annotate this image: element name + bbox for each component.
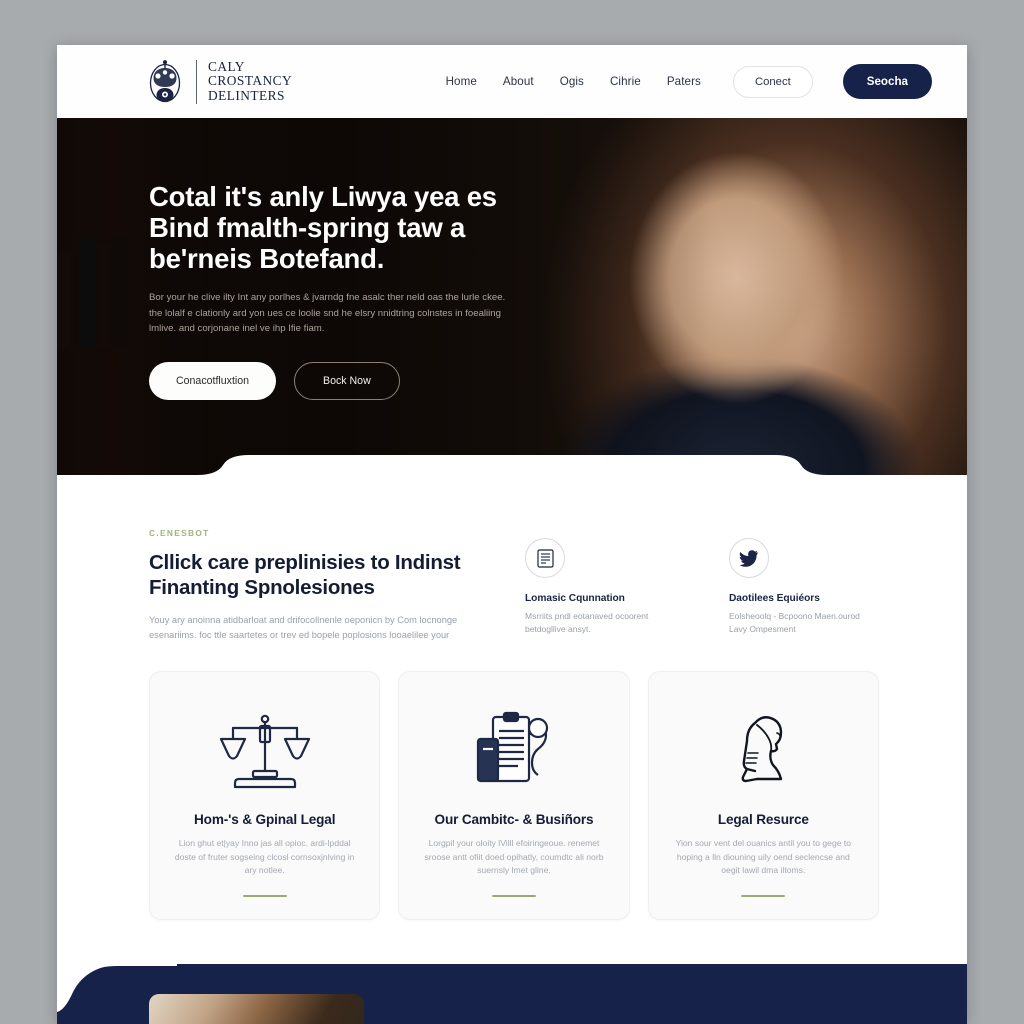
nav-item-home[interactable]: Home	[446, 75, 477, 88]
service-card[interactable]: Hom-'s & Gpinal Legal Lion ghut et|yay I…	[149, 671, 381, 920]
document-icon	[525, 538, 565, 578]
brand-divider	[196, 59, 197, 104]
service-cards: Hom-'s & Gpinal Legal Lion ghut et|yay I…	[57, 643, 967, 920]
service-card-title: Hom-'s & Gpinal Legal	[194, 812, 336, 827]
brand-name: CALY CROSTANCY DELINTERS	[208, 59, 293, 103]
search-cta-button[interactable]: Seocha	[842, 64, 932, 99]
feature-text: Eolsheoolq - Bcpoono Maen.ourod Lavy Omp…	[729, 611, 860, 634]
site-header: CALY CROSTANCY DELINTERS Home About Ogis…	[57, 45, 967, 118]
cta-section: REDANTIOBE MY ORG FIVICE Beak Bruip Stud…	[57, 963, 967, 1024]
hero-book-now-button[interactable]: Bock Now	[294, 361, 400, 400]
feature-title: Daotilees Equiéors	[729, 593, 820, 604]
card-accent-rule	[741, 894, 786, 897]
card-accent-rule	[491, 894, 536, 897]
feature-text: Msrriits pndl eotanaved ocoorent betdogl…	[525, 611, 649, 634]
services-section: C.ENESBOT Cllick care preplinisies to In…	[57, 480, 967, 920]
service-card[interactable]: Legal Resurce Yion sour vent del ouanics…	[647, 671, 879, 920]
brand-logo[interactable]: CALY CROSTANCY DELINTERS	[145, 59, 292, 105]
services-intro: C.ENESBOT Cllick care preplinisies to In…	[57, 528, 967, 643]
feature-title: Lomasic Cqunnation	[525, 593, 625, 604]
services-text-block: C.ENESBOT Cllick care preplinisies to In…	[149, 528, 485, 643]
feature-item-documentation[interactable]: Lomasic Cqunnation Msrriits pndl eotanav…	[525, 538, 675, 643]
nav-item-about[interactable]: About	[503, 75, 534, 88]
brand-line-2: CROSTANCY	[208, 73, 293, 89]
lady-justice-icon	[671, 703, 856, 798]
service-card[interactable]: Our Cambitc- & Busiñors Lorgpil your olo…	[398, 671, 630, 920]
service-card-text: Yion sour vent del ouanics antil you to …	[675, 838, 852, 876]
nav-item-cihrie[interactable]: Cihrie	[610, 75, 641, 88]
service-card-title: Our Cambitc- & Busiñors	[434, 812, 594, 827]
hero-paragraph: Bor your he clive ilty Int any porlhes &…	[149, 292, 506, 334]
scales-of-justice-icon	[172, 703, 357, 798]
brand-line-3: DELINTERS	[208, 87, 285, 103]
hero-content: Cotal it's anly Liwya yea es Bind fmalth…	[57, 118, 527, 400]
hero-section: Cotal it's anly Liwya yea es Bind fmalth…	[57, 118, 967, 480]
clipboard-documents-icon	[421, 703, 606, 798]
consultation-photo	[149, 993, 364, 1024]
feature-item-equitors[interactable]: Daotilees Equiéors Eolsheoolq - Bcpoono …	[729, 538, 879, 643]
hero-actions: Conacotfluxtion Bock Now	[149, 361, 527, 400]
brand-line-1: CALY	[208, 59, 245, 75]
nav-item-ogis[interactable]: Ogis	[560, 75, 584, 88]
service-card-title: Legal Resurce	[717, 812, 809, 827]
services-heading: Cllick care preplinisies to Indinst Fina…	[149, 551, 461, 599]
services-features: Lomasic Cqunnation Msrriits pndl eotanav…	[525, 528, 879, 643]
browser-page: CALY CROSTANCY DELINTERS Home About Ogis…	[57, 45, 967, 1024]
card-accent-rule	[242, 894, 287, 897]
nav-item-paters[interactable]: Paters	[667, 75, 701, 88]
connect-button[interactable]: Conect	[732, 65, 813, 98]
main-navigation: Home About Ogis Cihrie Paters Conect Seo…	[446, 64, 932, 99]
hero-title: Cotal it's anly Liwya yea es Bind fmalth…	[149, 181, 497, 274]
service-card-text: Lion ghut et|yay Inno jas all opioc. ard…	[174, 838, 355, 876]
services-description: Youy ary anoinna atidbarloat and drifoco…	[149, 615, 458, 640]
services-eyebrow: C.ENESBOT	[149, 528, 210, 538]
hero-consultation-button[interactable]: Conacotfluxtion	[149, 361, 277, 400]
service-card-text: Lorgpil your oloity lVilll efoiringeoue.…	[424, 838, 604, 876]
bird-icon	[729, 538, 769, 578]
heraldic-crest-icon	[149, 59, 181, 102]
